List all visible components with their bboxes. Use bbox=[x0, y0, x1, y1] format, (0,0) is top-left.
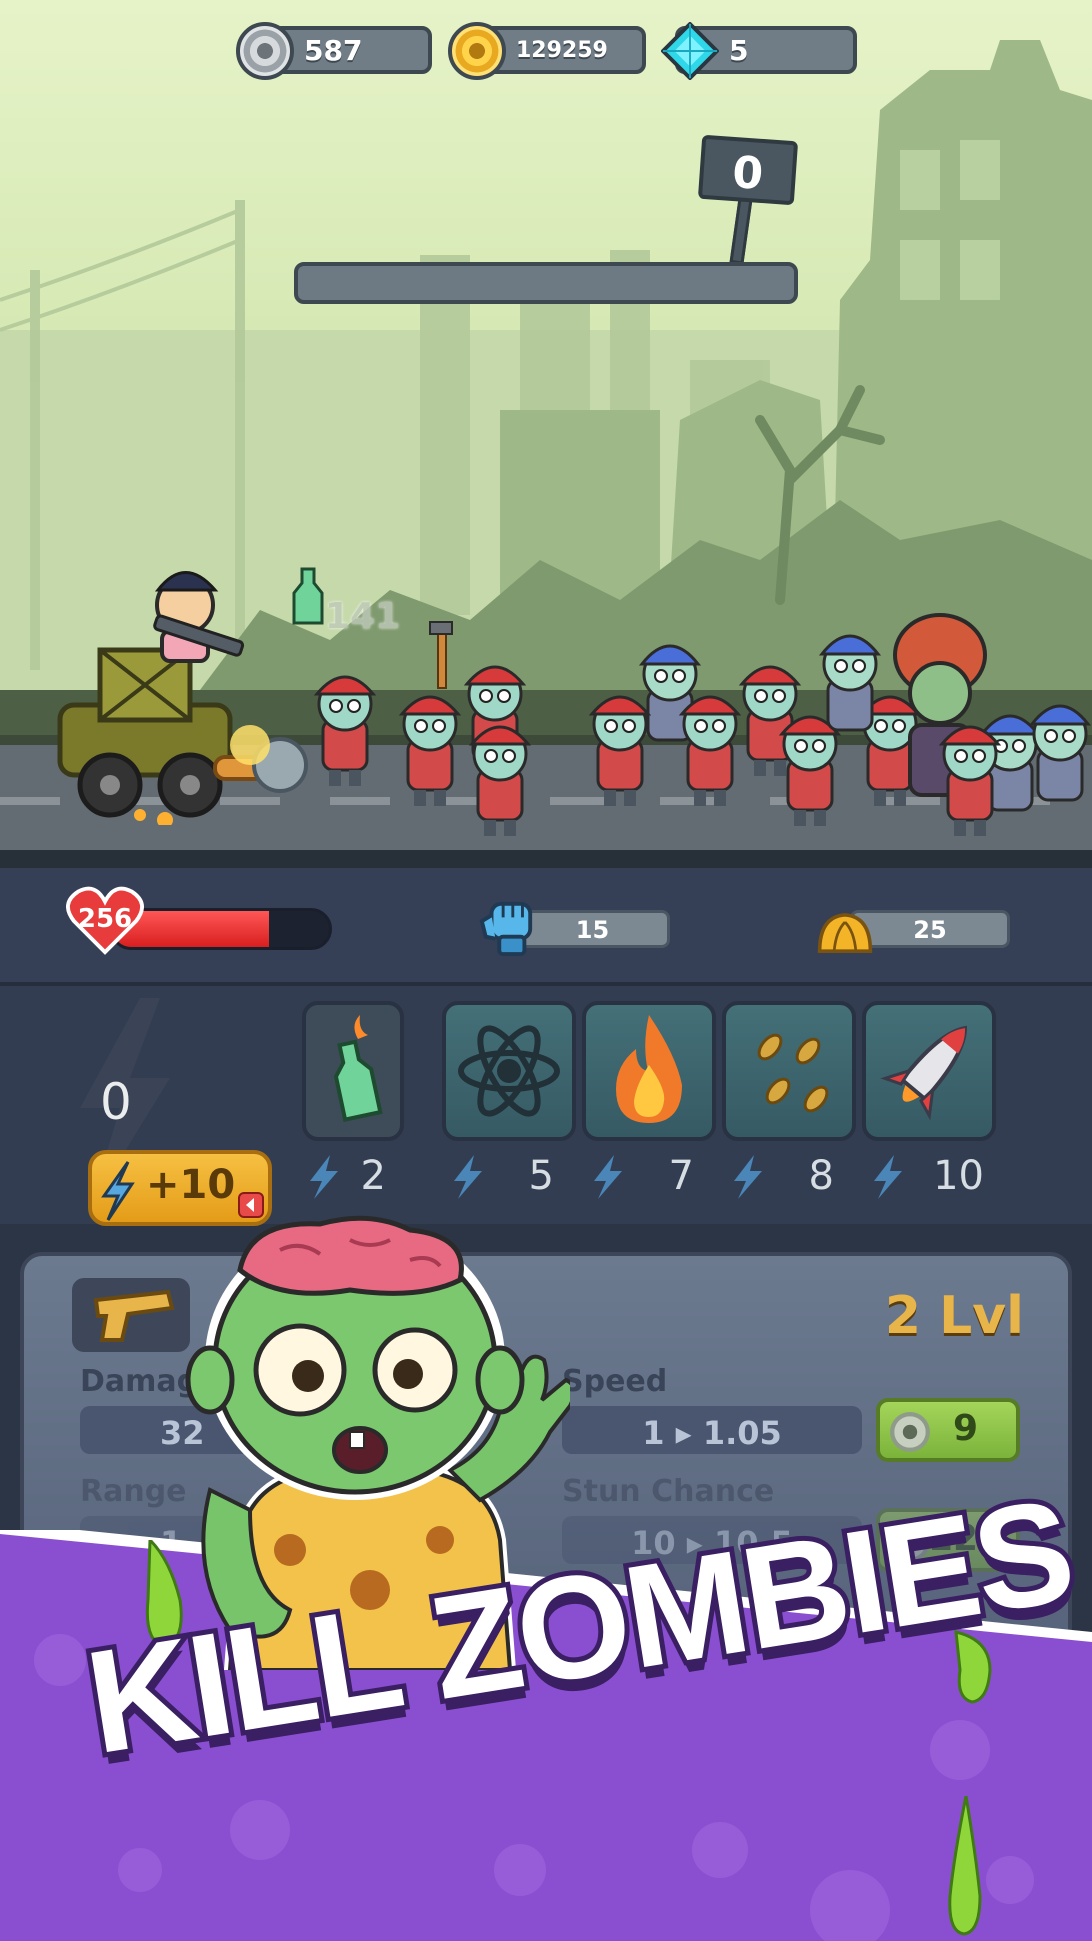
armor-value: 25 bbox=[913, 916, 947, 944]
skill-atom[interactable] bbox=[442, 1001, 576, 1141]
skill-cost-value: 10 bbox=[933, 1153, 984, 1199]
helmet-icon bbox=[817, 913, 873, 953]
battle-hud: 256 15 25 0 +10 2 5 7 8 10 bbox=[0, 868, 1092, 1226]
diamond-value: 5 bbox=[729, 34, 749, 67]
skill-rocket[interactable] bbox=[862, 1001, 996, 1141]
gold-coin-counter: 129259 bbox=[448, 22, 646, 80]
fist-icon bbox=[479, 901, 533, 956]
skill-cost-value: 7 bbox=[668, 1153, 694, 1199]
energy-icon bbox=[101, 1161, 135, 1221]
weapon-level: 2 Lvl bbox=[884, 1286, 1024, 1346]
bullets-icon bbox=[757, 1033, 829, 1113]
gold-coin-icon bbox=[448, 22, 506, 80]
zombie-horde bbox=[315, 613, 1090, 838]
skill-molotov[interactable] bbox=[302, 1001, 404, 1141]
attack-stat: 15 bbox=[515, 910, 670, 948]
skill-cost-bullets: 8 bbox=[730, 1149, 840, 1199]
skill-cost-fire: 7 bbox=[590, 1149, 700, 1199]
armor-stat: 25 bbox=[850, 910, 1010, 948]
gear-currency-counter: 587 bbox=[236, 22, 432, 80]
slime-drip bbox=[948, 1796, 982, 1936]
energy-icon bbox=[310, 1155, 338, 1199]
battle-scene: 587 129259 5 0 141 bbox=[0, 0, 1092, 868]
attack-value: 15 bbox=[575, 916, 610, 944]
game-screen: 587 129259 5 0 141 256 15 25 0 +10 2 5 7… bbox=[0, 0, 1092, 1941]
rocket-icon bbox=[880, 1025, 967, 1121]
speed-label: Speed bbox=[562, 1364, 668, 1399]
energy-icon bbox=[454, 1155, 482, 1199]
diamond-counter: 5 bbox=[661, 22, 857, 80]
wave-number: 0 bbox=[730, 146, 765, 200]
skill-cost-rocket: 10 bbox=[870, 1149, 990, 1199]
skill-cost-atom: 5 bbox=[450, 1149, 560, 1199]
gear-coin-icon bbox=[890, 1412, 930, 1452]
skill-cost-value: 8 bbox=[808, 1153, 834, 1199]
atom-icon bbox=[458, 1025, 560, 1117]
stun-chance-label: Stun Chance bbox=[562, 1474, 775, 1509]
skill-bullets[interactable] bbox=[722, 1001, 856, 1141]
upgrade-speed-button[interactable]: 9 bbox=[876, 1398, 1020, 1462]
upgrade-speed-cost: 9 bbox=[952, 1408, 978, 1449]
road-shadow bbox=[0, 850, 1092, 868]
energy-icon bbox=[874, 1155, 902, 1199]
molotov-icon bbox=[333, 1015, 383, 1122]
speed-value: 1 ▸ 1.05 bbox=[642, 1414, 782, 1452]
energy-icon bbox=[594, 1155, 622, 1199]
health-value: 256 bbox=[77, 904, 133, 934]
energy-count: 0 bbox=[100, 1073, 132, 1131]
energy-icon bbox=[734, 1155, 762, 1199]
gold-coin-value: 129259 bbox=[516, 38, 608, 63]
add-energy-label: +10 bbox=[146, 1162, 236, 1208]
skill-cost-value: 5 bbox=[528, 1153, 554, 1199]
wave-progress-bar bbox=[294, 262, 798, 304]
gear-coin-icon bbox=[236, 22, 294, 80]
speed-field: 1 ▸ 1.05 bbox=[562, 1406, 862, 1454]
player-vehicle bbox=[57, 571, 308, 825]
player-stats-row: 256 15 25 bbox=[0, 868, 1092, 986]
skill-fire[interactable] bbox=[582, 1001, 716, 1141]
gear-currency-value: 587 bbox=[304, 34, 363, 67]
diamond-icon bbox=[661, 22, 719, 80]
wave-sign: 0 bbox=[697, 134, 799, 206]
skill-cost-value: 2 bbox=[360, 1153, 386, 1199]
fire-icon bbox=[616, 1015, 682, 1123]
skill-cost-molotov: 2 bbox=[306, 1149, 392, 1199]
